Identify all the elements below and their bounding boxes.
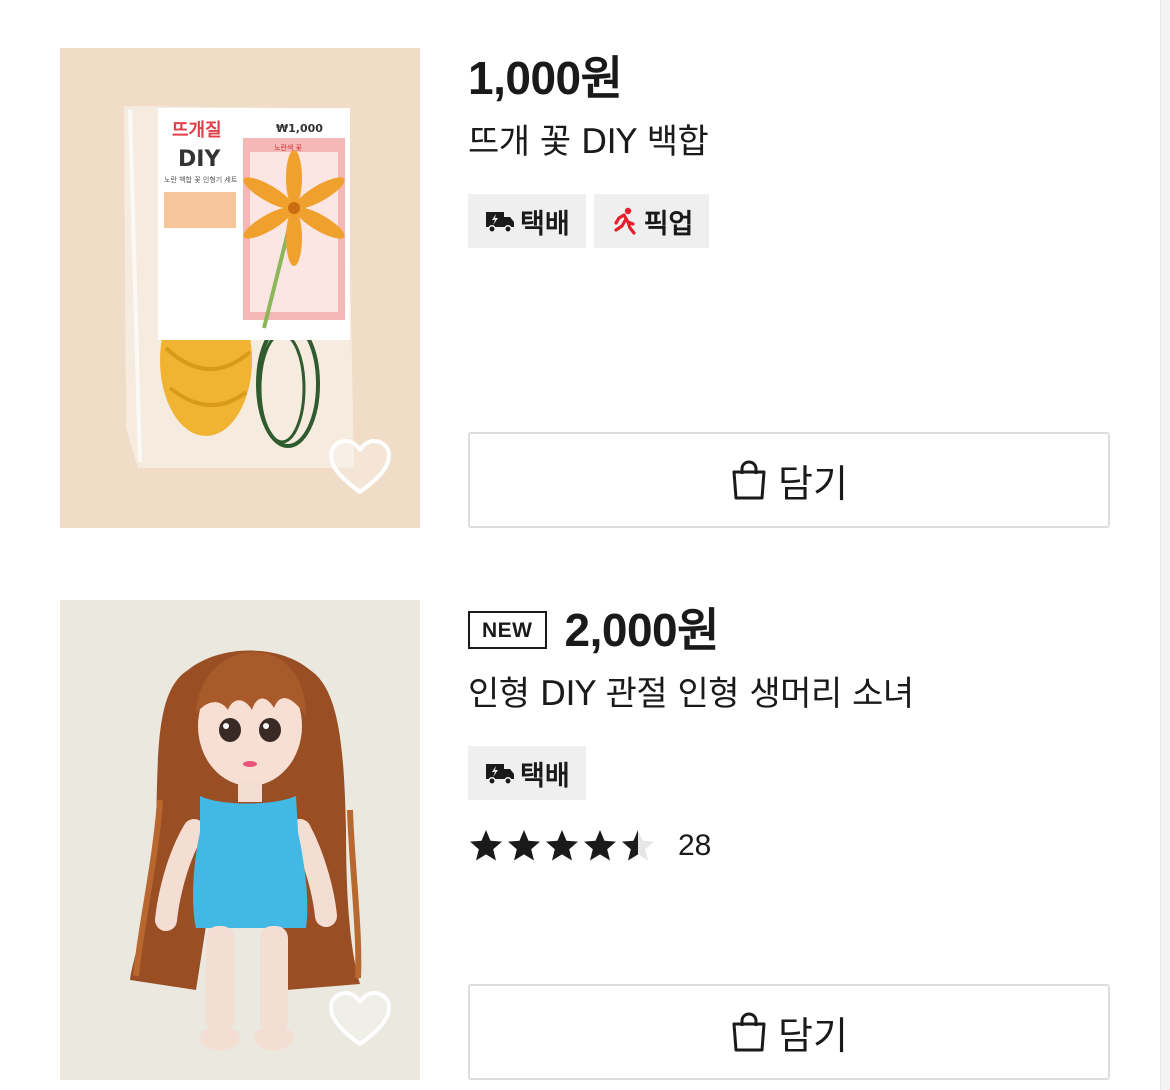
product-price: 2,000원: [564, 604, 720, 656]
product-info: 1,000원 뜨개 꽃 DIY 백합 택배 픽업 담기: [468, 48, 1110, 528]
product-card[interactable]: 뜨개질 DIY 노란 백합 꽃 인형기 세트 ₩1,000 노란색 꽃 1,00…: [60, 48, 1110, 528]
product-name[interactable]: 뜨개 꽃 DIY 백합: [468, 120, 1110, 164]
product-name[interactable]: 인형 DIY 관절 인형 생머리 소녀: [468, 672, 1110, 716]
tag-label: 택배: [520, 760, 570, 792]
star-icon: [508, 830, 540, 861]
rating-stars: [468, 828, 658, 864]
product-price: 1,000원: [468, 52, 623, 104]
tag-delivery[interactable]: 택배: [468, 194, 586, 248]
add-to-cart-label: 담기: [778, 461, 848, 506]
rating-row: 28: [468, 826, 1110, 866]
add-to-cart-button[interactable]: 담기: [468, 432, 1110, 528]
package-card-label: 노란색 꽃: [274, 143, 303, 152]
star-icon: [546, 830, 578, 861]
package-brand: 뜨개질: [172, 120, 222, 141]
product-card[interactable]: NEW 2,000원 인형 DIY 관절 인형 생머리 소녀 택배 28 담기: [60, 600, 1110, 1080]
scrollbar-track[interactable]: [1160, 0, 1170, 1090]
new-badge: NEW: [468, 611, 547, 649]
package-brand-sub: DIY: [178, 147, 221, 172]
running-person-icon: [610, 206, 640, 236]
tag-label: 택배: [520, 208, 570, 240]
delivery-tags: 택배: [468, 746, 1110, 800]
heart-icon[interactable]: [328, 990, 392, 1048]
product-info: NEW 2,000원 인형 DIY 관절 인형 생머리 소녀 택배 28 담기: [468, 600, 1110, 1080]
product-image[interactable]: [60, 600, 420, 1080]
star-icon: [584, 830, 616, 861]
tag-delivery[interactable]: 택배: [468, 746, 586, 800]
shopping-bag-icon: [730, 460, 768, 500]
heart-icon[interactable]: [328, 438, 392, 496]
package-tagline: 노란 백합 꽃 인형기 세트: [164, 175, 238, 184]
delivery-truck-icon: [484, 208, 516, 234]
tag-label: 픽업: [643, 208, 694, 240]
shopping-bag-icon: [730, 1012, 768, 1052]
add-to-cart-label: 담기: [778, 1013, 848, 1058]
package-price-tag: ₩1,000: [276, 122, 323, 135]
product-image[interactable]: 뜨개질 DIY 노란 백합 꽃 인형기 세트 ₩1,000 노란색 꽃: [60, 48, 420, 528]
review-count[interactable]: 28: [678, 829, 711, 863]
half-star-icon: [622, 830, 654, 861]
add-to-cart-button[interactable]: 담기: [468, 984, 1110, 1080]
delivery-tags: 택배 픽업: [468, 194, 1110, 248]
tag-pickup[interactable]: 픽업: [593, 194, 710, 248]
delivery-truck-icon: [484, 760, 516, 786]
star-icon: [470, 830, 502, 861]
